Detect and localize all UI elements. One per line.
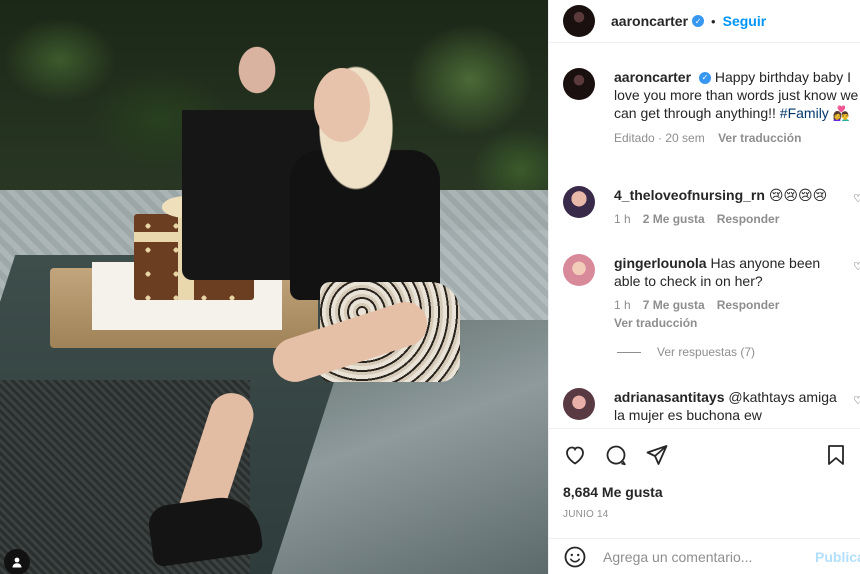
publish-button[interactable]: Publicar xyxy=(815,549,860,565)
caption-emoji: 👩‍❤️‍👨 xyxy=(832,105,851,121)
comment-icon[interactable] xyxy=(604,443,628,467)
photo-person-woman-hair xyxy=(296,38,416,238)
verified-badge-icon: ✓ xyxy=(692,15,705,27)
author-username[interactable]: aaroncarter xyxy=(611,13,688,29)
post-photo[interactable] xyxy=(0,0,548,574)
comment-translate-link[interactable]: Ver traducción xyxy=(614,316,697,330)
commenter-avatar[interactable] xyxy=(563,388,595,420)
comment-username[interactable]: adrianasantitays xyxy=(614,389,725,405)
comment-item: 4_theloveofnursing_rn 😢😢😢😢 1 h 2 Me gust… xyxy=(563,186,860,226)
comment-likes[interactable]: 7 Me gusta xyxy=(643,298,705,312)
comment-like-heart-icon[interactable]: ♡ xyxy=(853,394,860,407)
bookmark-icon[interactable] xyxy=(824,443,848,467)
user-tag-icon[interactable] xyxy=(4,549,30,574)
comment-meta: 1 h 2 Me gusta Responder xyxy=(614,212,860,226)
add-comment-bar: Publicar xyxy=(549,538,860,574)
post-date: JUNIO 14 xyxy=(563,509,609,520)
comment-reply-button[interactable]: Responder xyxy=(717,298,780,312)
post-caption: aaroncarter ✓ Happy birthday baby I love… xyxy=(549,58,860,145)
view-replies-line xyxy=(617,351,641,353)
comment-username[interactable]: gingerlounola xyxy=(614,255,707,271)
share-icon[interactable] xyxy=(645,443,669,467)
caption-timestamp: Editado · 20 sem xyxy=(614,131,705,145)
caption-hashtag[interactable]: #Family xyxy=(780,105,829,121)
comments-scroll-area[interactable]: aaroncarter ✓ Happy birthday baby I love… xyxy=(549,58,860,428)
commenter-avatar[interactable] xyxy=(563,186,595,218)
comment-username[interactable]: 4_theloveofnursing_rn xyxy=(614,187,765,203)
caption-body: aaroncarter ✓ Happy birthday baby I love… xyxy=(614,58,860,122)
comment-time: 1 h xyxy=(614,298,631,312)
commenter-avatar[interactable] xyxy=(563,254,595,286)
view-replies-label: Ver respuestas (7) xyxy=(657,345,756,359)
post-action-bar xyxy=(549,428,860,480)
comment-reply-button[interactable]: Responder xyxy=(717,212,780,226)
view-replies-button[interactable]: Ver respuestas (7) xyxy=(617,345,755,359)
comment-translate-row: Ver traducción xyxy=(614,316,860,330)
comment-likes[interactable]: 2 Me gusta xyxy=(643,212,705,226)
follow-button[interactable]: Seguir xyxy=(723,13,767,29)
comment-meta: 1 h 7 Me gusta Responder xyxy=(614,298,860,312)
comment-body: 4_theloveofnursing_rn 😢😢😢😢 xyxy=(614,186,847,204)
likes-count[interactable]: 8,684 Me gusta xyxy=(563,484,663,500)
header-separator: • xyxy=(711,13,716,29)
comment-item: gingerlounola Has anyone been able to ch… xyxy=(563,254,860,330)
verified-badge-icon: ✓ xyxy=(698,72,711,85)
caption-meta: Editado · 20 sem Ver traducción xyxy=(614,131,860,145)
heart-icon[interactable] xyxy=(563,443,587,467)
comment-time: 1 h xyxy=(614,212,631,226)
emoji-icon[interactable] xyxy=(563,545,587,569)
comment-like-heart-icon[interactable]: ♡ xyxy=(853,260,860,273)
comment-input[interactable] xyxy=(603,548,803,565)
comment-body: gingerlounola Has anyone been able to ch… xyxy=(614,254,847,290)
comment-body: adrianasantitays @kathtays amiga la muje… xyxy=(614,388,847,424)
comment-item: adrianasantitays @kathtays amiga la muje… xyxy=(563,388,860,424)
comment-like-heart-icon[interactable]: ♡ xyxy=(853,192,860,205)
post-header: aaroncarter ✓ • Seguir xyxy=(549,0,860,43)
comment-text: 😢😢😢😢 xyxy=(768,187,828,203)
caption-author-avatar[interactable] xyxy=(563,68,595,100)
photo-person-woman-face xyxy=(314,68,370,142)
author-avatar[interactable] xyxy=(563,5,595,37)
caption-username[interactable]: aaroncarter xyxy=(614,69,691,85)
post-side-panel: aaroncarter ✓ • Seguir aaroncarter ✓ Hap… xyxy=(548,0,860,574)
caption-translate-link[interactable]: Ver traducción xyxy=(718,131,801,145)
